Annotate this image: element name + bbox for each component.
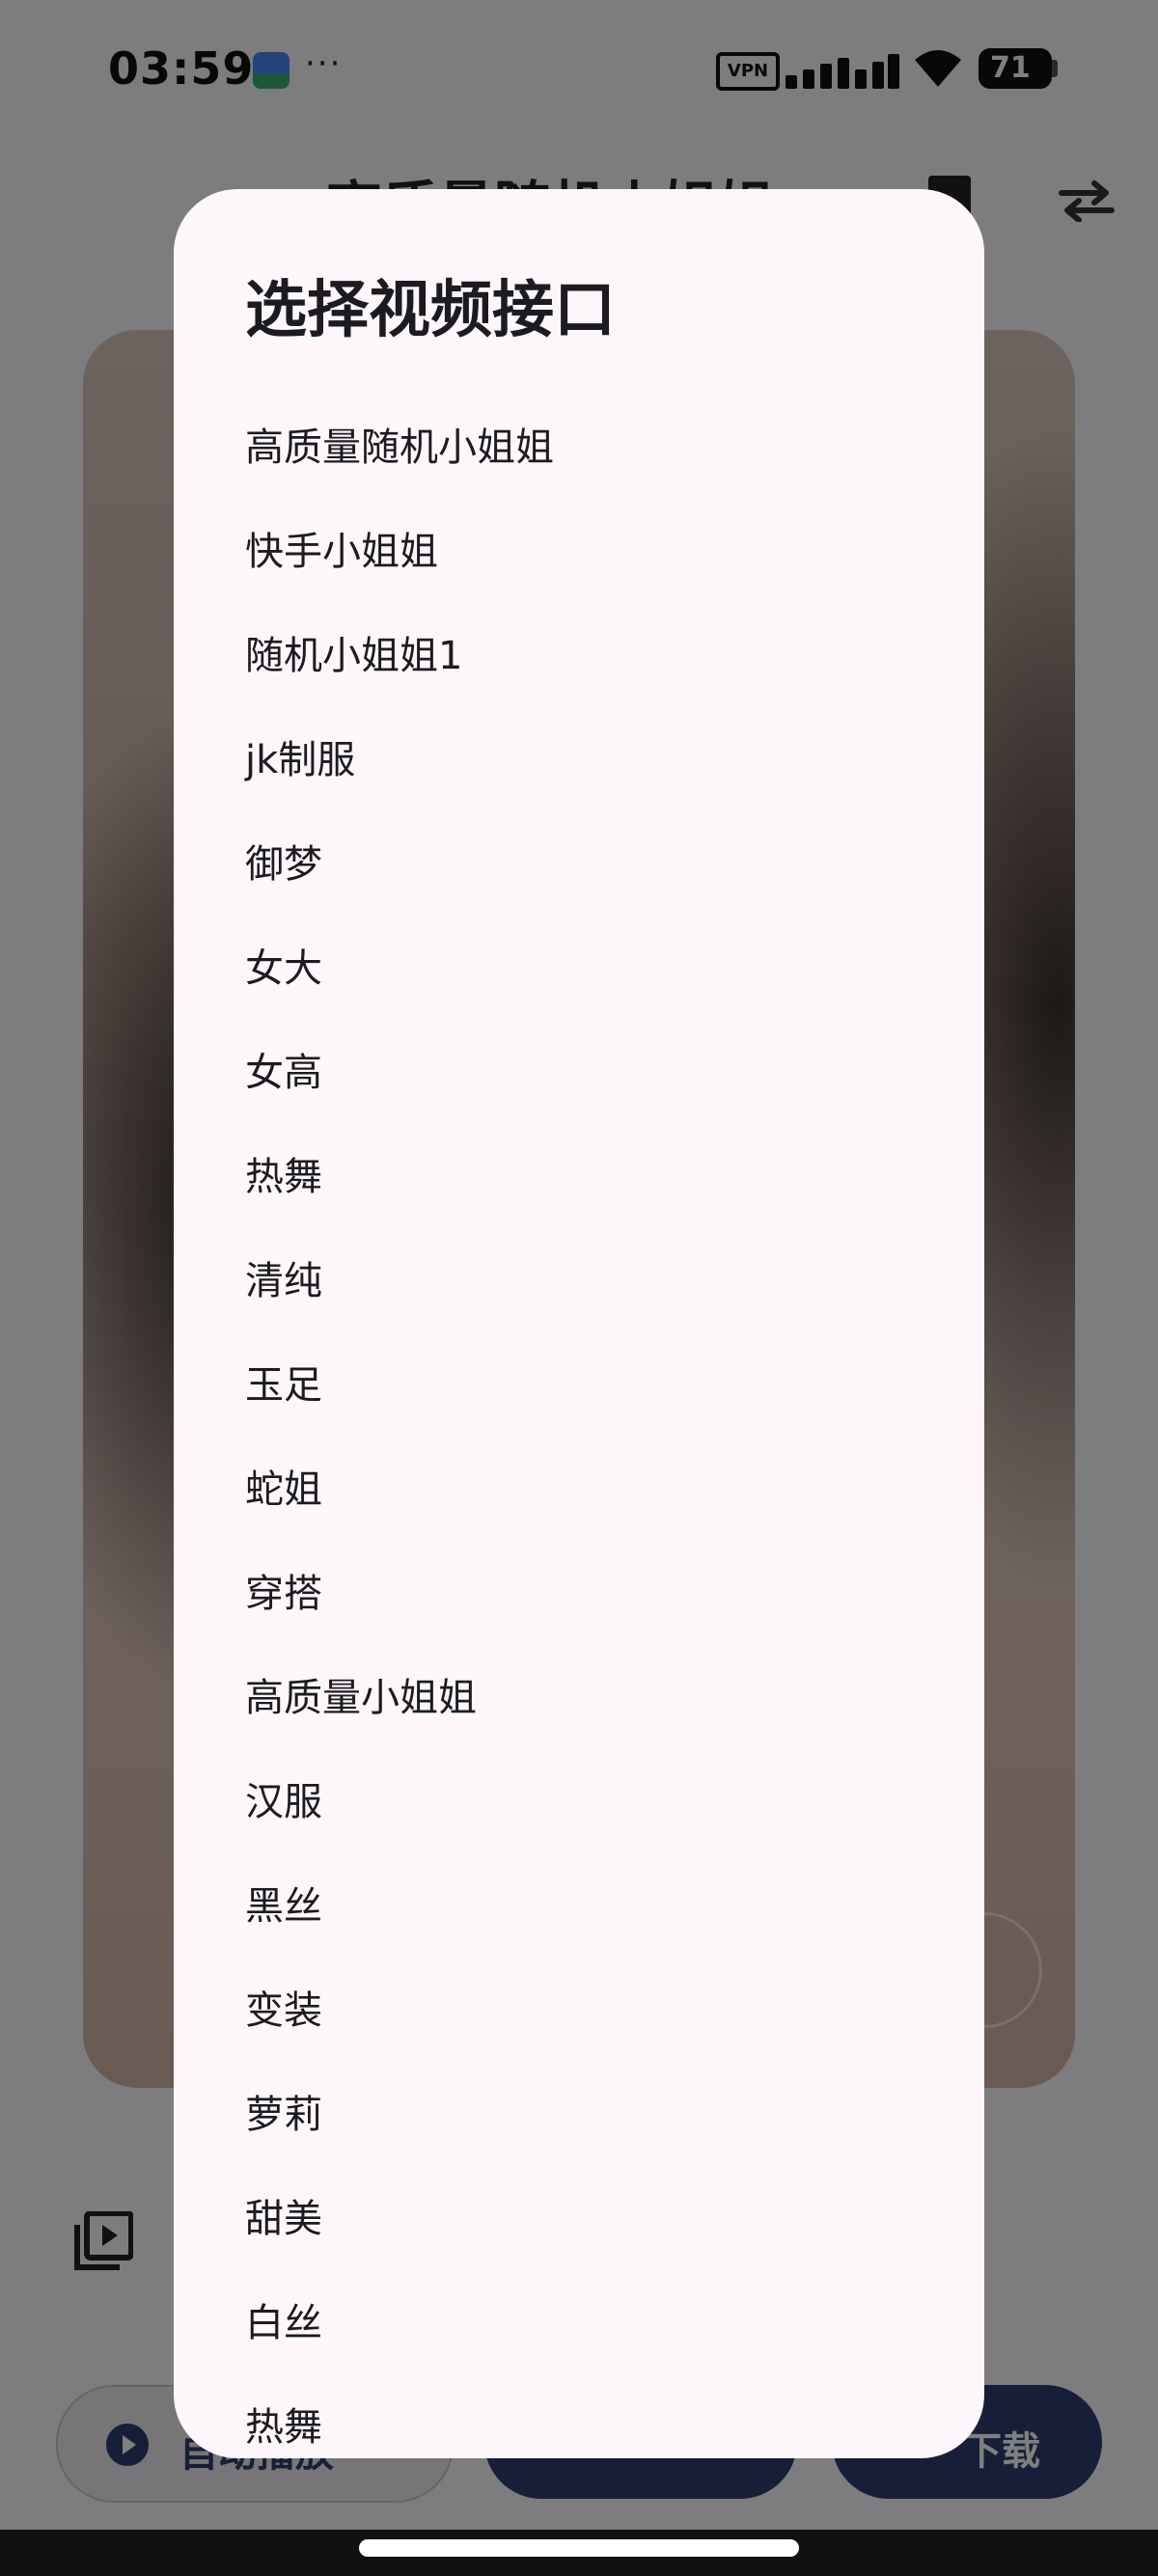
source-option[interactable]: 蛇姐 xyxy=(174,1438,984,1542)
source-option[interactable]: 热舞 xyxy=(174,2375,984,2458)
source-option[interactable]: 女大 xyxy=(174,917,984,1021)
home-indicator[interactable] xyxy=(359,2539,799,2557)
source-option[interactable]: 女高 xyxy=(174,1021,984,1125)
dialog-title: 选择视频接口 xyxy=(245,275,616,346)
source-option[interactable]: 变装 xyxy=(174,1959,984,2063)
source-option[interactable]: 黑丝 xyxy=(174,1854,984,1959)
source-option[interactable]: 萝莉 xyxy=(174,2063,984,2167)
source-option[interactable]: 热舞 xyxy=(174,1125,984,1229)
source-option[interactable]: 玉足 xyxy=(174,1333,984,1438)
source-option[interactable]: 御梦 xyxy=(174,812,984,917)
source-option[interactable]: jk制服 xyxy=(174,708,984,812)
source-option[interactable]: 随机小姐姐1 xyxy=(174,604,984,708)
source-option[interactable]: 快手小姐姐 xyxy=(174,500,984,604)
video-source-dialog: 选择视频接口 高质量随机小姐姐 快手小姐姐 随机小姐姐1 jk制服 御梦 女大 … xyxy=(174,189,984,2458)
source-option[interactable]: 白丝 xyxy=(174,2271,984,2375)
source-option-list: 高质量随机小姐姐 快手小姐姐 随机小姐姐1 jk制服 御梦 女大 女高 热舞 清… xyxy=(174,396,984,2458)
source-option[interactable]: 高质量随机小姐姐 xyxy=(174,396,984,500)
source-option[interactable]: 穿搭 xyxy=(174,1542,984,1646)
source-option[interactable]: 清纯 xyxy=(174,1229,984,1333)
source-option[interactable]: 甜美 xyxy=(174,2167,984,2271)
source-option[interactable]: 高质量小姐姐 xyxy=(174,1646,984,1750)
source-option[interactable]: 汉服 xyxy=(174,1750,984,1854)
